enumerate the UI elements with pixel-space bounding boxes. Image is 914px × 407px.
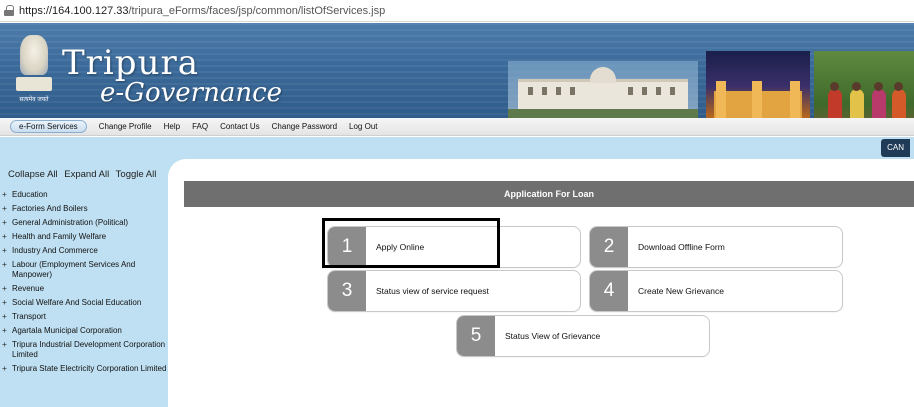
card-number: 5 bbox=[457, 316, 495, 356]
url-path: /tripura_eForms/faces/jsp/common/listOfS… bbox=[128, 4, 386, 17]
lock-icon bbox=[4, 5, 14, 16]
expand-plus-icon[interactable]: + bbox=[2, 364, 9, 373]
nav-change-password[interactable]: Change Password bbox=[272, 122, 337, 131]
expand-all-link[interactable]: Expand All bbox=[64, 169, 109, 180]
apply-online-card[interactable]: 1 Apply Online bbox=[327, 226, 581, 268]
nav-log-out[interactable]: Log Out bbox=[349, 122, 377, 131]
dancers-photo bbox=[814, 51, 914, 118]
expand-plus-icon[interactable]: + bbox=[2, 340, 9, 349]
main-nav: e-Form Services Change Profile Help FAQ … bbox=[0, 118, 914, 136]
nav-contact-us[interactable]: Contact Us bbox=[220, 122, 260, 131]
emblem-base bbox=[16, 77, 52, 91]
palace-photo bbox=[508, 61, 698, 118]
card-number: 2 bbox=[590, 227, 628, 267]
create-grievance-card[interactable]: 4 Create New Grievance bbox=[589, 270, 843, 312]
card-label: Status view of service request bbox=[376, 286, 489, 296]
card-label: Apply Online bbox=[376, 242, 425, 252]
nav-eform-services[interactable]: e-Form Services bbox=[10, 120, 87, 133]
tree-item-labour[interactable]: + Labour (Employment Services And Manpowe… bbox=[0, 259, 168, 283]
expand-plus-icon[interactable]: + bbox=[2, 218, 9, 227]
nav-change-profile[interactable]: Change Profile bbox=[99, 122, 152, 131]
tree-item-education[interactable]: + Education bbox=[0, 189, 168, 203]
sub-header-band: CAN bbox=[0, 137, 914, 159]
nav-help[interactable]: Help bbox=[164, 122, 180, 131]
nav-faq[interactable]: FAQ bbox=[192, 122, 208, 131]
tree-item-agartala-municipal[interactable]: + Agartala Municipal Corporation bbox=[0, 325, 168, 339]
toggle-all-link[interactable]: Toggle All bbox=[116, 169, 157, 180]
card-number: 4 bbox=[590, 271, 628, 311]
tree-item-social-welfare[interactable]: + Social Welfare And Social Education bbox=[0, 297, 168, 311]
tree-item-factories[interactable]: + Factories And Boilers bbox=[0, 203, 168, 217]
collapse-all-link[interactable]: Collapse All bbox=[8, 169, 58, 180]
tree-item-industry[interactable]: + Industry And Commerce bbox=[0, 245, 168, 259]
card-label: Create New Grievance bbox=[638, 286, 724, 296]
tree-item-revenue[interactable]: + Revenue bbox=[0, 283, 168, 297]
expand-plus-icon[interactable]: + bbox=[2, 260, 9, 269]
tree-toolbar: Collapse All Expand All Toggle All bbox=[8, 169, 160, 180]
url-host: https://164.100.127.33 bbox=[19, 4, 129, 17]
emblem-motto: सत्यमेव जयते bbox=[19, 97, 49, 103]
expand-plus-icon[interactable]: + bbox=[2, 312, 9, 321]
expand-plus-icon[interactable]: + bbox=[2, 298, 9, 307]
card-label: Download Offline Form bbox=[638, 242, 725, 252]
status-service-request-card[interactable]: 3 Status view of service request bbox=[327, 270, 581, 312]
can-button[interactable]: CAN bbox=[881, 139, 910, 157]
site-subtitle: e-Governance bbox=[100, 78, 283, 108]
expand-plus-icon[interactable]: + bbox=[2, 284, 9, 293]
address-bar[interactable]: https://164.100.127.33 /tripura_eForms/f… bbox=[0, 0, 914, 22]
fort-photo bbox=[706, 51, 810, 118]
tree-item-general-admin[interactable]: + General Administration (Political) bbox=[0, 217, 168, 231]
emblem-lion-capital bbox=[20, 35, 48, 75]
application-header: Application For Loan bbox=[184, 181, 914, 207]
page-root: https://164.100.127.33 /tripura_eForms/f… bbox=[0, 0, 914, 407]
site-banner: सत्यमेव जयते Tripura e-Governance bbox=[0, 23, 914, 118]
download-offline-form-card[interactable]: 2 Download Offline Form bbox=[589, 226, 843, 268]
card-label: Status View of Grievance bbox=[505, 331, 601, 341]
department-sidebar: Collapse All Expand All Toggle All + Educ… bbox=[0, 159, 168, 407]
department-tree: + Education + Factories And Boilers + Gener… bbox=[0, 189, 168, 377]
tree-item-tidc[interactable]: + Tripura Industrial Development Corporat… bbox=[0, 339, 168, 363]
expand-plus-icon[interactable]: + bbox=[2, 190, 9, 199]
tree-item-transport[interactable]: + Transport bbox=[0, 311, 168, 325]
card-number: 3 bbox=[328, 271, 366, 311]
expand-plus-icon[interactable]: + bbox=[2, 204, 9, 213]
expand-plus-icon[interactable]: + bbox=[2, 246, 9, 255]
card-number: 1 bbox=[328, 227, 366, 267]
tree-item-health[interactable]: + Health and Family Welfare bbox=[0, 231, 168, 245]
status-grievance-card[interactable]: 5 Status View of Grievance bbox=[456, 315, 710, 357]
national-emblem-icon: सत्यमेव जयते bbox=[14, 31, 54, 111]
expand-plus-icon[interactable]: + bbox=[2, 326, 9, 335]
expand-plus-icon[interactable]: + bbox=[2, 232, 9, 241]
tree-item-tsecl[interactable]: + Tripura State Electricity Corporation L… bbox=[0, 363, 168, 377]
site-title: Tripura bbox=[62, 43, 199, 83]
